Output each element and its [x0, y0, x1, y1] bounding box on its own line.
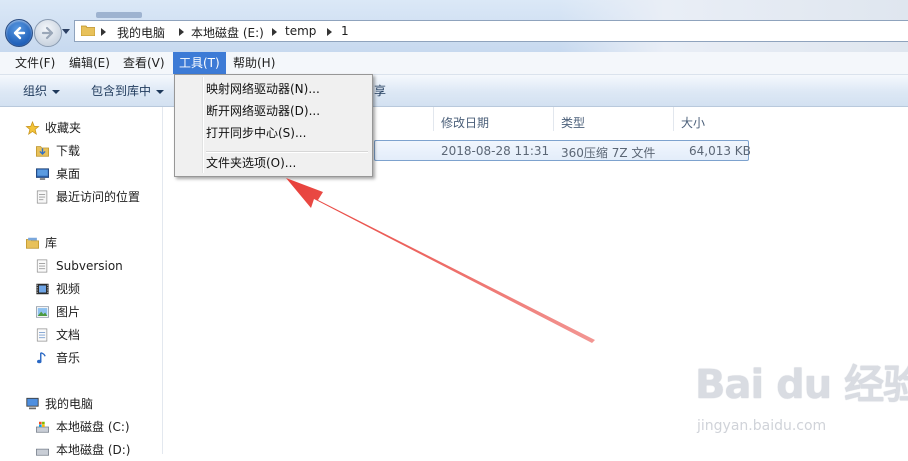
- baidu-watermark: Bai du 经验 jingyan.baidu.com: [695, 352, 908, 444]
- watermark-logo: Bai du 经验: [695, 362, 908, 408]
- watermark-url: jingyan.baidu.com: [697, 418, 827, 434]
